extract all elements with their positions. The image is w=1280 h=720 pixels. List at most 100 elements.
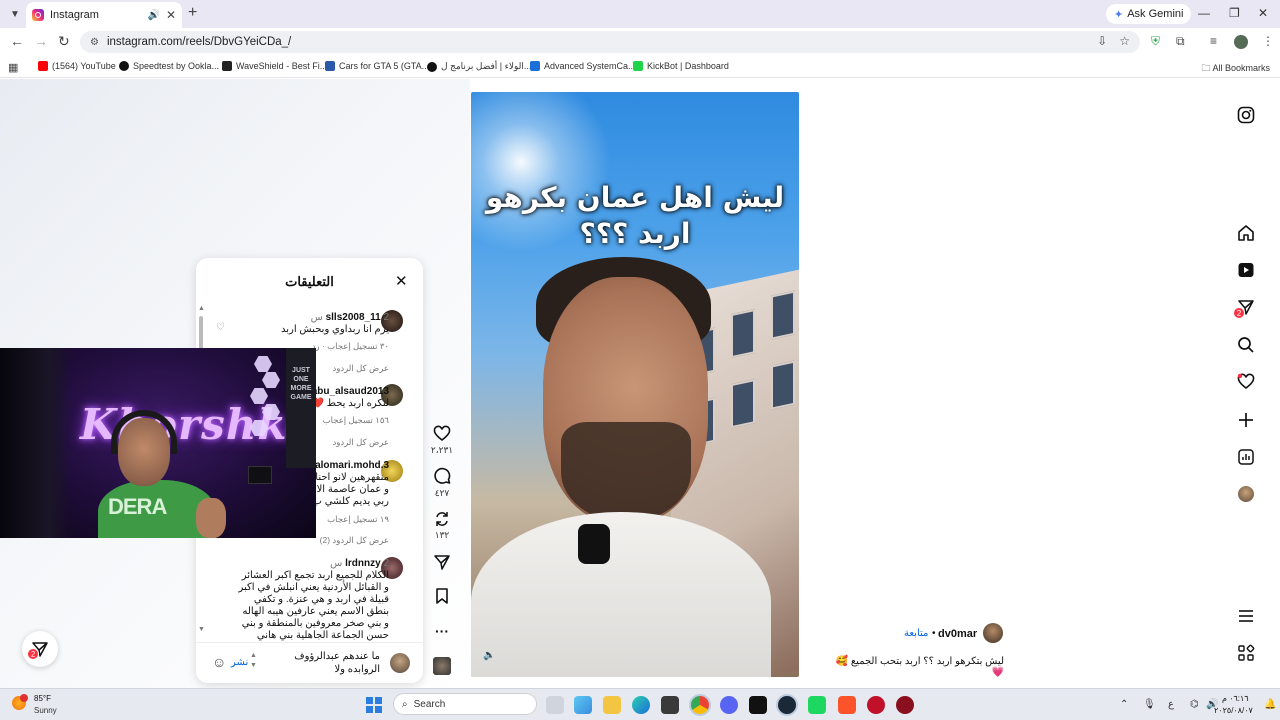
streamer-arm: [196, 498, 226, 538]
chrome-icon[interactable]: [691, 696, 709, 714]
task-view-icon[interactable]: [546, 696, 564, 714]
emoji-smiley-icon[interactable]: ☺: [212, 654, 226, 670]
kebab-menu-icon[interactable]: ⋮: [1262, 34, 1274, 48]
reel-video[interactable]: ليش اهل عمان بكرهو اربد ؟؟؟: [471, 92, 799, 677]
close-comments-icon[interactable]: ✕: [395, 272, 408, 290]
view-replies-link[interactable]: عرض كل الردود: [332, 437, 389, 448]
forward-arrow-icon[interactable]: →: [34, 33, 48, 49]
tray-overflow-chevron-icon[interactable]: ⌃: [1120, 699, 1128, 710]
site-info-icon[interactable]: ⚙: [90, 37, 99, 48]
notification-bell-icon[interactable]: 🔔: [1264, 699, 1276, 710]
save-bookmark-icon[interactable]: [432, 587, 452, 608]
comment-username[interactable]: slls2008_11: [326, 312, 381, 323]
comment-like-heart-icon[interactable]: ♡: [216, 322, 225, 333]
speaker-icon[interactable]: 🔊: [147, 10, 159, 21]
bookmark-alwalaa[interactable]: الولاء | أفضل برنامج ل...: [427, 61, 531, 72]
view-replies-link[interactable]: عرض كل الردود (2): [320, 535, 389, 546]
instagram-logo-icon[interactable]: [1236, 105, 1256, 125]
weather-description[interactable]: Sunny: [34, 706, 57, 715]
comment-bubble-icon[interactable]: [432, 467, 452, 488]
bookmark-waveshield[interactable]: WaveShield - Best Fi...: [222, 61, 327, 71]
create-plus-icon[interactable]: [1236, 410, 1256, 430]
game-launcher-icon[interactable]: [867, 696, 885, 714]
comment-username[interactable]: lrdnnzy: [345, 558, 381, 569]
notifications-heart-icon[interactable]: [1236, 372, 1256, 392]
apps-grid-icon[interactable]: ▦: [8, 61, 18, 74]
back-arrow-icon[interactable]: ←: [10, 33, 24, 49]
mute-speaker-icon[interactable]: 🔈: [483, 650, 497, 664]
discord-icon[interactable]: [720, 696, 738, 714]
messages-fab[interactable]: [22, 631, 58, 667]
profile-avatar[interactable]: [1238, 486, 1254, 502]
copilot-icon[interactable]: [574, 696, 592, 714]
scroll-down-arrow-icon[interactable]: ▼: [198, 626, 205, 633]
author-avatar[interactable]: [983, 623, 1003, 643]
comments-title: التعليقات: [285, 274, 334, 289]
comment-meta[interactable]: ٣٠ تسجيل إعجاب · رد: [312, 341, 389, 352]
microphone-icon[interactable]: 🎙: [1143, 699, 1156, 710]
language-indicator[interactable]: ع: [1168, 699, 1174, 710]
like-heart-icon[interactable]: [432, 425, 452, 446]
more-options-icon[interactable]: ···: [432, 623, 452, 639]
install-app-icon[interactable]: ⇩: [1097, 34, 1107, 48]
store-icon[interactable]: [661, 696, 679, 714]
steam-icon[interactable]: [778, 696, 796, 714]
media-controls-icon[interactable]: ≡: [1210, 34, 1217, 48]
taskbar-search[interactable]: ⌕ Search: [393, 693, 537, 715]
follow-button[interactable]: متابعة: [904, 628, 928, 639]
clock-date[interactable]: ٢٠٢٥/٠٨/٠٧: [1214, 706, 1253, 715]
comment-input[interactable]: ما عندهم عبدالرؤوف الروابده ولا: [266, 650, 380, 676]
shield-extension-icon[interactable]: ⛨: [1151, 34, 1160, 49]
profile-avatar[interactable]: [1234, 35, 1248, 49]
scroll-up-arrow-icon[interactable]: ▲: [198, 305, 205, 312]
restore-icon[interactable]: ❐: [1229, 6, 1240, 20]
bookmark-gta-cars[interactable]: Cars for GTA 5 (GTA...: [325, 61, 429, 71]
audio-thumbnail[interactable]: [433, 657, 451, 675]
bookmark-youtube[interactable]: (1564) YouTube: [38, 61, 116, 71]
app-launcher-icon[interactable]: [896, 696, 914, 714]
comment-body: لنكره اربد يحط ❤️: [311, 398, 390, 409]
share-paper-plane-icon[interactable]: [432, 553, 452, 574]
network-icon[interactable]: ⌬: [1190, 699, 1199, 710]
all-bookmarks-button[interactable]: 🗀 All Bookmarks: [1201, 61, 1270, 77]
start-windows-icon[interactable]: [366, 697, 382, 713]
author-username[interactable]: dv0mar: [938, 628, 977, 640]
weather-temperature[interactable]: 85°F: [34, 694, 51, 703]
file-explorer-icon[interactable]: [603, 696, 621, 714]
bookmark-advanced-systemcare[interactable]: Advanced SystemCa...: [530, 61, 636, 71]
view-replies-link[interactable]: عرض كل الردود: [332, 363, 389, 374]
dashboard-chart-icon[interactable]: [1236, 447, 1256, 467]
hamburger-menu-icon[interactable]: [1236, 606, 1256, 626]
home-icon[interactable]: [1236, 223, 1256, 243]
new-tab-icon[interactable]: +: [188, 4, 197, 22]
comment-meta[interactable]: ١٩ تسجيل إعجاب: [327, 514, 389, 525]
ask-gemini-button[interactable]: ✦ Ask Gemini: [1106, 4, 1192, 24]
comment-username[interactable]: abu_alsaud2013: [312, 386, 389, 397]
tab-instagram[interactable]: Instagram 🔊 ✕: [26, 2, 182, 28]
bookmark-speedtest[interactable]: Speedtest by Ookla...: [119, 61, 219, 71]
bookmark-star-icon[interactable]: ☆: [1119, 34, 1130, 48]
minimize-icon[interactable]: —: [1198, 6, 1210, 20]
comment-meta[interactable]: ١٥٦ تسجيل إعجاب: [323, 415, 389, 426]
brave-icon[interactable]: [838, 696, 856, 714]
close-window-icon[interactable]: ✕: [1258, 6, 1268, 20]
comment-username[interactable]: alomari.mohd.3: [315, 460, 389, 471]
extensions-puzzle-icon[interactable]: ⧉: [1176, 34, 1185, 49]
my-avatar: [390, 653, 410, 673]
post-comment-button[interactable]: نشر: [231, 657, 248, 668]
speedtest-icon: [119, 61, 129, 71]
reels-icon[interactable]: [1236, 260, 1256, 280]
capcut-icon[interactable]: [749, 696, 767, 714]
bookmark-kickbot[interactable]: KickBot | Dashboard: [633, 61, 729, 71]
edge-icon[interactable]: [632, 696, 650, 714]
search-icon[interactable]: [1236, 335, 1256, 355]
composer-resize-arrows-icon[interactable]: ▲ ▼: [250, 651, 257, 671]
address-bar[interactable]: ⚙ instagram.com/reels/DbvGYeiCDa_/ ⇩ ☆: [80, 31, 1140, 53]
also-from-meta-icon[interactable]: [1236, 643, 1256, 663]
tab-search-icon[interactable]: ▼: [6, 5, 24, 23]
close-tab-icon[interactable]: ✕: [166, 8, 176, 22]
reload-icon[interactable]: ↻: [58, 33, 70, 50]
repost-icon[interactable]: [432, 510, 452, 531]
clock-time[interactable]: ٠٦:١٦ م: [1222, 694, 1249, 703]
kick-icon[interactable]: [808, 696, 826, 714]
